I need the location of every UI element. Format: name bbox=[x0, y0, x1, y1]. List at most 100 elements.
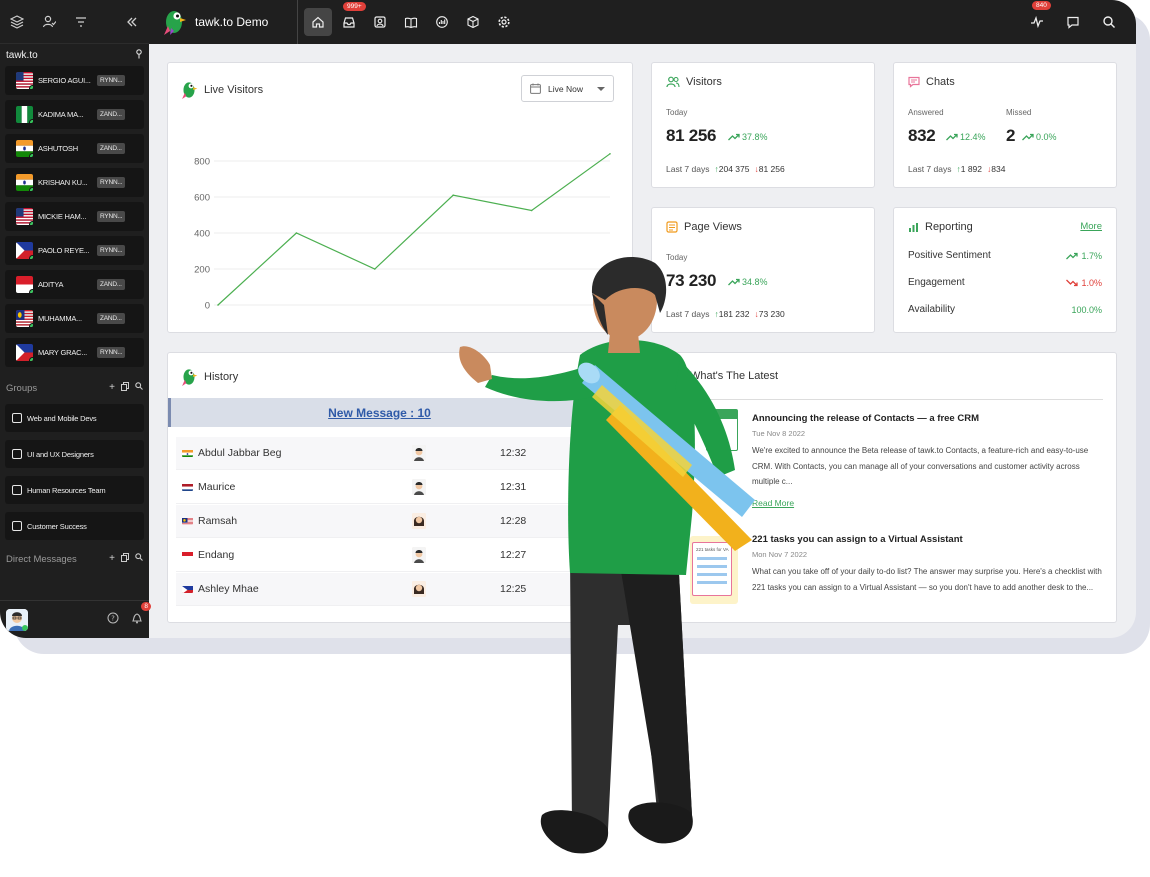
contacts-icon bbox=[374, 16, 386, 28]
group-list: Web and Mobile Devs UI and UX Designers Hu… bbox=[0, 404, 149, 540]
property-name: tawk.to bbox=[6, 49, 38, 61]
history-visitor-name: Endang bbox=[198, 549, 235, 561]
search-groups-icon[interactable] bbox=[135, 382, 143, 394]
reporting-more-link[interactable]: More bbox=[1080, 221, 1102, 232]
search-button[interactable] bbox=[1098, 11, 1120, 33]
visitor-item[interactable]: MICKIE HAM... RYNN... bbox=[5, 202, 144, 231]
stage: tawk.to SERGIO AGUI... RYNN... KADIMA MA..… bbox=[0, 0, 1150, 877]
history-title: History bbox=[204, 371, 239, 383]
chats-title: Chats bbox=[926, 76, 955, 88]
visitors-last7-label: Last 7 days bbox=[666, 164, 710, 174]
home-nav-button[interactable] bbox=[304, 8, 332, 36]
brand[interactable]: tawk.to Demo bbox=[149, 0, 298, 44]
news-1-title[interactable]: Announcing the release of Contacts — a f… bbox=[752, 413, 979, 424]
answered-trend-value: 12.4% bbox=[960, 132, 986, 142]
property-selector[interactable]: tawk.to bbox=[0, 44, 149, 66]
group-item[interactable]: Customer Success bbox=[5, 512, 144, 540]
visitors-today-trend-value: 37.8% bbox=[742, 132, 768, 142]
gear-icon bbox=[498, 16, 510, 28]
tawk-logo-small-icon bbox=[182, 82, 198, 99]
news-2-title[interactable]: 221 tasks you can assign to a Virtual As… bbox=[752, 534, 963, 545]
visitors-today-value: 81 256 bbox=[666, 126, 717, 145]
visitor-name: MICKIE HAM... bbox=[38, 212, 87, 221]
chats-last7-down: 834 bbox=[991, 164, 1006, 174]
visitor-item[interactable]: MARY GRAC... RYNN... bbox=[5, 338, 144, 367]
live-now-dropdown[interactable]: Live Now bbox=[521, 75, 614, 102]
add-dm-icon[interactable]: + bbox=[109, 553, 115, 565]
visitors-today-label: Today bbox=[666, 108, 688, 117]
group-item[interactable]: Human Resources Team bbox=[5, 476, 144, 504]
bar-chart-icon bbox=[909, 222, 918, 232]
country-flag-icon bbox=[16, 140, 33, 157]
agent-avatar bbox=[412, 445, 426, 461]
online-status-dot bbox=[29, 255, 33, 259]
visitors-last7-up: 204 375 bbox=[718, 164, 750, 174]
online-status-dot bbox=[29, 221, 33, 225]
chats-last7-up: 1 892 bbox=[960, 164, 983, 174]
pin-icon[interactable] bbox=[135, 48, 143, 62]
visitor-item[interactable]: KADIMA MA... ZAND... bbox=[5, 100, 144, 129]
top-bar: tawk.to Demo 999+ 840 bbox=[149, 0, 1136, 44]
visitor-item[interactable]: MUHAMMA... ZAND... bbox=[5, 304, 144, 333]
visitors-today-trend: 37.8% bbox=[728, 132, 768, 142]
search-dm-icon[interactable] bbox=[135, 553, 143, 565]
live-visitors-title: Live Visitors bbox=[204, 84, 264, 96]
sidebar: tawk.to SERGIO AGUI... RYNN... KADIMA MA..… bbox=[0, 0, 151, 638]
new-message-link[interactable]: New Message : 10 bbox=[328, 406, 431, 420]
visitor-name: ASHUTOSH bbox=[38, 144, 78, 153]
group-item[interactable]: UI and UX Designers bbox=[5, 440, 144, 468]
settings-nav-button[interactable] bbox=[490, 8, 518, 36]
knowledge-base-nav-button[interactable] bbox=[397, 8, 425, 36]
add-group-icon[interactable]: + bbox=[109, 382, 115, 394]
visitor-item[interactable]: ADITYA ZAND... bbox=[5, 270, 144, 299]
tawk-logo-small-icon bbox=[182, 369, 198, 386]
country-flag-icon bbox=[182, 551, 193, 559]
visitor-name: KADIMA MA... bbox=[38, 110, 84, 119]
country-flag-icon bbox=[16, 72, 33, 89]
country-flag-icon bbox=[16, 208, 33, 225]
user-status-icon[interactable] bbox=[38, 11, 60, 33]
data-point bbox=[609, 153, 611, 155]
copy-dm-icon[interactable] bbox=[121, 553, 129, 565]
notification-count-badge: 8 bbox=[141, 601, 151, 611]
contacts-nav-button[interactable] bbox=[366, 8, 394, 36]
data-point bbox=[295, 232, 298, 234]
online-status-dot bbox=[29, 119, 33, 123]
trend-down-icon bbox=[1066, 279, 1079, 286]
activity-button[interactable]: 840 bbox=[1026, 1, 1051, 33]
reporting-nav-button[interactable] bbox=[428, 8, 456, 36]
copy-icon[interactable] bbox=[121, 382, 129, 394]
chat-button[interactable] bbox=[1062, 11, 1084, 33]
news-2-body: What can you take off of your daily to-d… bbox=[752, 567, 1102, 592]
users-icon bbox=[666, 76, 680, 88]
reporting-metric-value: 1.0% bbox=[1081, 277, 1102, 288]
addons-nav-button[interactable] bbox=[459, 8, 487, 36]
missed-value: 2 bbox=[1006, 126, 1016, 145]
visitors-header: Visitors bbox=[666, 76, 722, 88]
group-chat-icon bbox=[12, 413, 22, 423]
news-2-date: Mon Nov 7 2022 bbox=[752, 550, 808, 559]
filter-icon[interactable] bbox=[70, 11, 92, 33]
visitor-property-tag: RYNN... bbox=[97, 75, 126, 86]
inbox-nav-button[interactable]: 999+ bbox=[335, 2, 366, 36]
visitor-item[interactable]: SERGIO AGUI... RYNN... bbox=[5, 66, 144, 95]
group-item[interactable]: Web and Mobile Devs bbox=[5, 404, 144, 432]
help-icon[interactable]: ? bbox=[107, 611, 119, 629]
notifications-bell-icon[interactable]: 8 bbox=[131, 601, 151, 629]
visitor-name: ADITYA bbox=[38, 280, 64, 289]
chats-header: Chats bbox=[908, 76, 955, 88]
visitor-item[interactable]: ASHUTOSH ZAND... bbox=[5, 134, 144, 163]
missed-trend-value: 0.0% bbox=[1036, 132, 1057, 142]
cube-icon bbox=[467, 15, 479, 29]
layers-icon[interactable] bbox=[6, 11, 28, 33]
svg-text:?: ? bbox=[111, 614, 115, 622]
country-flag-icon bbox=[182, 585, 193, 593]
online-status-dot bbox=[29, 289, 33, 293]
visitor-item[interactable]: PAOLO REYE... RYNN... bbox=[5, 236, 144, 265]
live-visitors-header: Live Visitors bbox=[180, 80, 263, 100]
reporting-metric-label: Positive Sentiment bbox=[908, 250, 991, 261]
y-tick-label: 0 bbox=[205, 301, 210, 312]
my-avatar[interactable] bbox=[6, 608, 28, 631]
collapse-icon[interactable] bbox=[121, 11, 143, 33]
visitor-item[interactable]: KRISHAN KU... RYNN... bbox=[5, 168, 144, 197]
